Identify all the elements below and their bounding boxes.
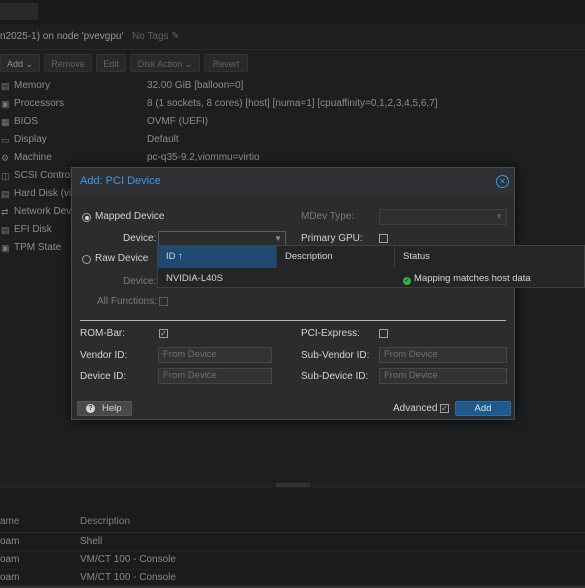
chevron-down-icon[interactable]: ▼ [495,210,503,224]
primary-gpu-label: Primary GPU: [301,233,363,244]
vendor-id-label: Vendor ID: [80,350,128,361]
mdev-type-select[interactable]: ▼ [379,209,507,225]
device-status-cell: ✓ Mapping matches host data [395,269,531,288]
check-circle-icon: ✓ [403,277,411,285]
advanced-label[interactable]: Advanced [393,403,437,414]
mapped-device-label[interactable]: Mapped Device [95,211,164,222]
column-description[interactable]: Description [277,246,395,268]
add-button[interactable]: Add [455,401,511,416]
column-id[interactable]: ID ↑ [158,246,277,268]
raw-device-label[interactable]: Raw Device [95,253,148,264]
device-label: Device: [123,233,157,244]
pci-express-checkbox[interactable] [379,329,388,338]
add-pci-device-dialog: Add: PCI Device ✕ Mapped Device Device: … [71,167,515,420]
pci-express-label: PCI-Express: [301,328,360,339]
device-id-label: Device ID: [80,371,127,382]
status-text: Mapping matches host data [414,273,531,284]
primary-gpu-checkbox[interactable] [379,234,388,243]
advanced-separator [80,320,506,321]
device-description-cell [277,269,285,288]
sub-device-id-label: Sub-Device ID: [301,371,369,382]
vendor-id-input[interactable]: From Device [158,347,272,363]
all-functions-checkbox[interactable] [159,297,168,306]
device-id-cell: NVIDIA-L40S [166,273,224,284]
device-picker-grid: ID ↑ Description Status NVIDIA-L40S ✓ Map… [157,245,585,288]
raw-device-radio[interactable] [82,255,91,264]
sub-vendor-id-input[interactable]: From Device [379,347,507,363]
rom-bar-checkbox[interactable]: ✓ [159,329,168,338]
mapped-device-radio[interactable] [82,213,91,222]
help-button[interactable]: ? Help [77,401,132,416]
table-row[interactable]: NVIDIA-L40S ✓ Mapping matches host data [158,268,584,288]
chevron-down-icon[interactable]: ▼ [274,232,282,246]
sort-ascending-icon: ↑ [178,251,183,262]
dialog-title: Add: PCI Device [80,175,161,187]
advanced-checkbox[interactable]: ✓ [440,404,449,413]
device-id-input[interactable]: From Device [158,368,272,384]
dialog-titlebar[interactable]: Add: PCI Device ✕ [72,168,514,194]
mdev-type-label: MDev Type: [301,211,355,222]
sub-device-id-input[interactable]: From Device [379,368,507,384]
column-status[interactable]: Status [395,246,584,268]
rom-bar-label: ROM-Bar: [80,328,125,339]
question-circle-icon: ? [86,404,95,413]
help-label: Help [102,403,122,414]
close-icon[interactable]: ✕ [496,175,509,188]
all-functions-label: All Functions: [97,296,158,307]
raw-device-field-label: Device: [123,276,157,287]
sub-vendor-id-label: Sub-Vendor ID: [301,350,370,361]
